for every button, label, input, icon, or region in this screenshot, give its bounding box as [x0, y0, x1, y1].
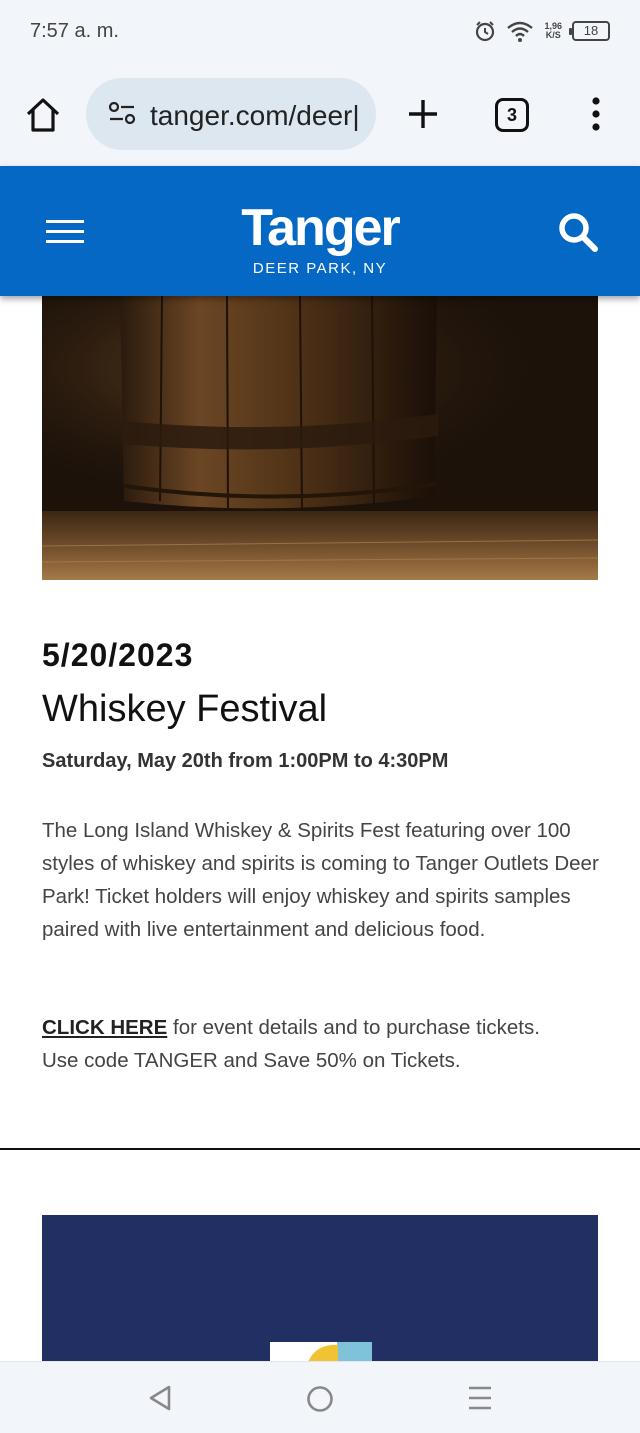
status-time: 7:57 a. m.	[30, 20, 119, 42]
tune-icon[interactable]	[108, 102, 136, 126]
event-cta: CLICK HERE for event details and to purc…	[42, 1011, 582, 1077]
plus-icon[interactable]	[405, 96, 441, 132]
more-vert-icon[interactable]	[588, 96, 604, 132]
event-hero-image	[42, 296, 598, 580]
event-description: The Long Island Whiskey & Spirits Fest f…	[42, 819, 599, 941]
section-divider	[0, 1148, 640, 1150]
alarm-icon	[476, 21, 495, 42]
home-icon[interactable]	[24, 96, 62, 134]
search-icon[interactable]	[556, 210, 600, 254]
network-speed-unit: K/S	[545, 30, 561, 40]
barrel-illustration	[42, 296, 598, 580]
click-here-link[interactable]: CLICK HERE	[42, 1016, 167, 1039]
tab-switcher-button[interactable]: 3	[495, 98, 529, 132]
event-date: 5/20/2023	[42, 637, 194, 673]
back-triangle-icon[interactable]	[146, 1384, 174, 1412]
logo-wordmark: Tanger	[241, 199, 401, 257]
battery-indicator: 18	[569, 21, 610, 41]
next-event-card[interactable]	[42, 1215, 598, 1375]
network-speed: 1,96 K/S	[544, 22, 562, 40]
url-text[interactable]: tanger.com/deer|	[150, 100, 360, 132]
location-label: DEER PARK, NY	[252, 260, 388, 277]
wifi-icon	[507, 21, 534, 42]
home-circle-icon[interactable]	[305, 1384, 335, 1414]
recent-lines-icon[interactable]	[466, 1385, 494, 1411]
site-header: Tanger DEER PARK, NY	[0, 166, 640, 296]
status-bar: 7:57 a. m. 1,96 K/S 18	[0, 0, 640, 64]
browser-toolbar: tanger.com/deer| 3	[0, 64, 640, 166]
site-logo[interactable]: Tanger DEER PARK, NY	[0, 200, 640, 277]
next-event-graphic	[270, 1342, 372, 1375]
address-bar[interactable]: tanger.com/deer|	[86, 78, 376, 150]
system-nav-bar	[0, 1361, 640, 1433]
event-title: Whiskey Festival	[42, 688, 328, 730]
status-icons: 1,96 K/S 18	[474, 20, 610, 42]
event-time: Saturday, May 20th from 1:00PM to 4:30PM	[42, 750, 449, 772]
